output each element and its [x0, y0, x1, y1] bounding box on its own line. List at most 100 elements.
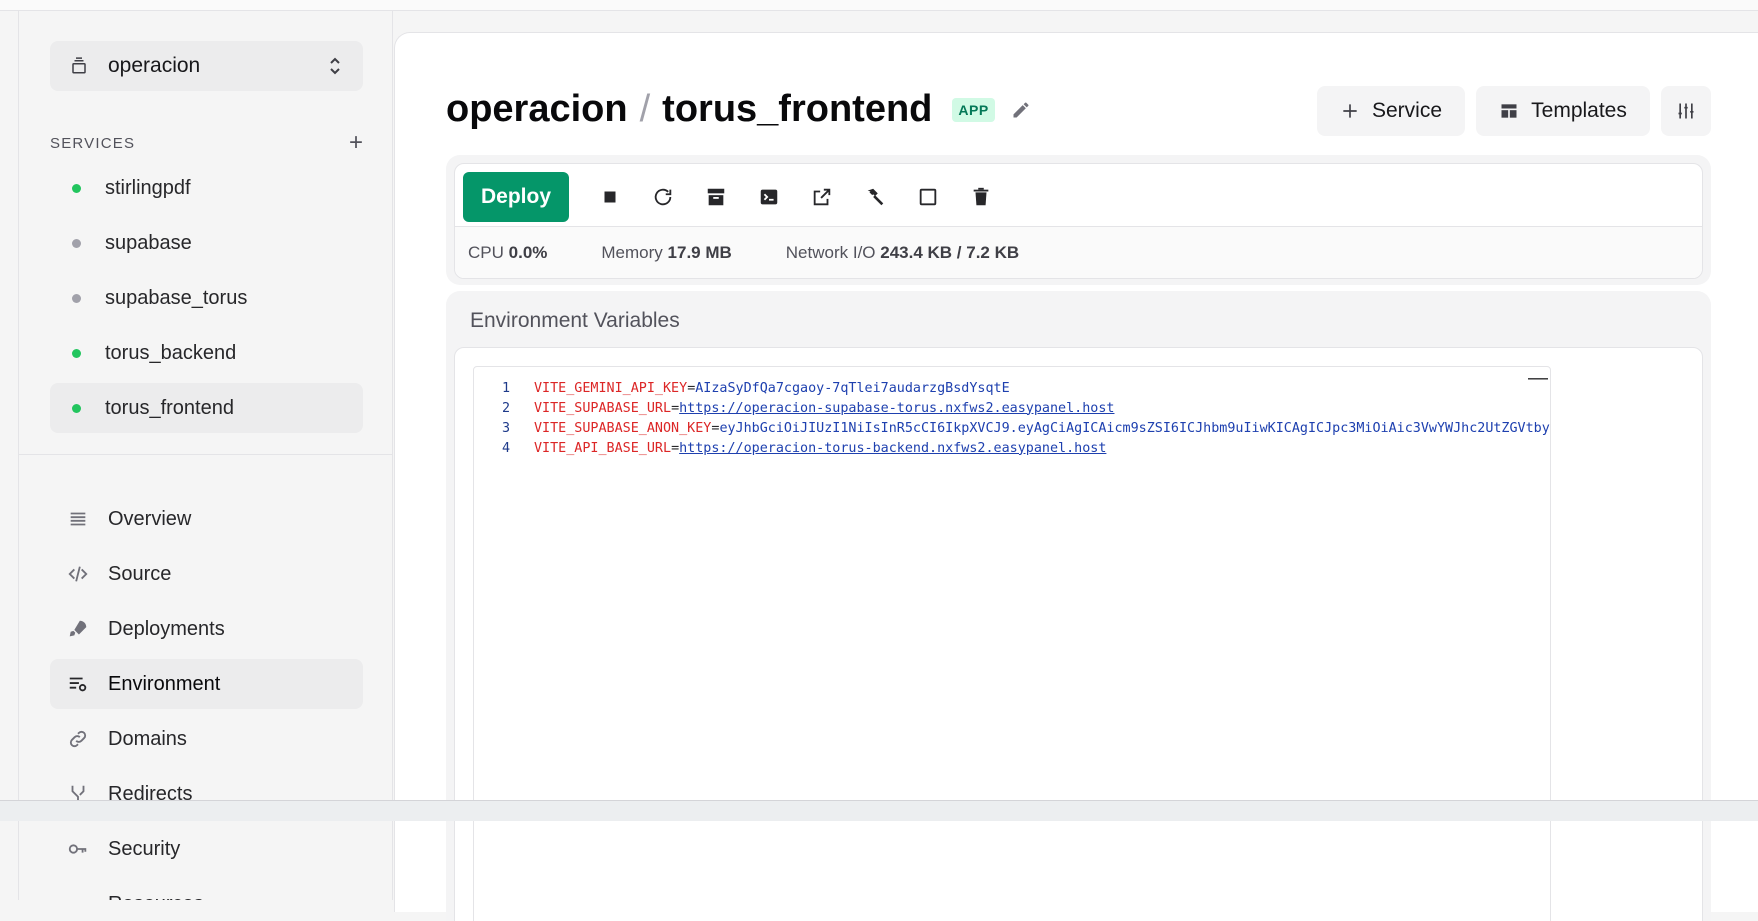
nav-item-environment[interactable]: Environment — [50, 659, 363, 709]
plus-icon — [1343, 104, 1357, 118]
service-item-label: torus_backend — [105, 341, 237, 364]
box-icon — [72, 57, 86, 74]
env-key: VITE_SUPABASE_ANON_KEY — [534, 420, 712, 436]
nav-item-source[interactable]: Source — [50, 549, 363, 599]
service-item-supabase[interactable]: supabase — [50, 218, 363, 268]
nav-item-label: Environment — [108, 672, 221, 695]
link-icon — [69, 730, 87, 748]
environment-title: Environment Variables — [470, 309, 680, 332]
line-number: 2 — [501, 400, 510, 416]
pencil-icon[interactable] — [1011, 100, 1031, 120]
nav-item-label: Deployments — [108, 617, 225, 640]
env-key: VITE_API_BASE_URL — [534, 440, 672, 456]
toggle-button[interactable] — [901, 172, 954, 222]
code-icon — [68, 566, 88, 582]
memory-value: 17.9 MB — [667, 242, 732, 262]
build-button[interactable] — [848, 172, 901, 222]
list-icon — [70, 512, 86, 526]
main-panel: operacion / torus_frontend APP Service T… — [394, 32, 1758, 921]
cpu-label: CPU — [468, 242, 504, 262]
stats-row: CPU 0.0% Memory 17.9 MB Network I/O 243.… — [455, 226, 1702, 278]
minus-icon[interactable]: — — [1528, 367, 1548, 390]
service-item-label: stirlingpdf — [105, 176, 191, 199]
template-icon — [1501, 104, 1517, 118]
add-service-icon[interactable]: + — [349, 131, 363, 155]
restart-button[interactable] — [636, 172, 689, 222]
project-selector[interactable]: operacion — [50, 41, 363, 91]
env-entry: VITE_API_BASE_URL=https://operacion-toru… — [534, 441, 1106, 456]
stop-button[interactable] — [583, 172, 636, 222]
code-line: 4 VITE_API_BASE_URL=https://operacion-tor… — [474, 438, 1106, 458]
terminal-icon — [760, 189, 777, 205]
service-nav: Overview Source Deployments Environment Doma… — [50, 494, 363, 900]
network-value: 243.4 KB / 7.2 KB — [880, 242, 1020, 262]
network-stat: Network I/O 243.4 KB / 7.2 KB — [786, 243, 1019, 263]
deploy-button[interactable]: Deploy — [463, 172, 569, 222]
memory-stat: Memory 17.9 MB — [601, 243, 731, 263]
env-value[interactable]: https://operacion-torus-backend.nxfws2.e… — [679, 441, 1106, 456]
title-service: torus_frontend — [662, 88, 933, 130]
service-button-label: Service — [1371, 99, 1443, 122]
nav-item-deployments[interactable]: Deployments — [50, 604, 363, 654]
sliders-icon — [1678, 103, 1694, 119]
templates-button[interactable]: Templates — [1476, 86, 1650, 136]
service-item-torus-backend[interactable]: torus_backend — [50, 328, 363, 378]
key-icon — [68, 844, 87, 854]
network-label: Network I/O — [785, 242, 876, 262]
project-name: operacion — [108, 54, 201, 77]
nav-item-resources[interactable]: Resources — [50, 879, 363, 901]
services-header: SERVICES + — [50, 131, 363, 155]
service-item-stirlingpdf[interactable]: stirlingpdf — [50, 163, 363, 213]
env-key: VITE_GEMINI_API_KEY — [534, 380, 688, 396]
templates-button-label: Templates — [1531, 99, 1627, 122]
nav-item-label: Overview — [108, 507, 192, 530]
page-title: operacion / torus_frontend APP — [446, 88, 1031, 131]
env-value: eyJhbGciOiJIUzI1NiIsInR5cCI6IkpXVCJ9.eyA… — [719, 420, 1551, 436]
service-item-label: torus_frontend — [105, 396, 234, 419]
nav-item-security[interactable]: Security — [50, 824, 363, 874]
nav-item-label: Domains — [108, 727, 187, 750]
services-list: stirlingpdf supabase supabase_torus torus_b… — [50, 163, 363, 438]
delete-button[interactable] — [954, 172, 1007, 222]
chevrons-up-down-icon — [330, 57, 340, 75]
code-line: 1 VITE_GEMINI_API_KEY=AIzaSyDfQa7cgaoy-7q… — [474, 378, 1010, 398]
title-project[interactable]: operacion — [446, 88, 628, 131]
status-dot — [72, 403, 81, 413]
title-separator: / — [639, 88, 651, 130]
console-button[interactable] — [742, 172, 795, 222]
open-app-button[interactable] — [795, 172, 848, 222]
env-value: AIzaSyDfQa7cgaoy-7qTlei7audarzgBsdYsqtE — [695, 380, 1010, 396]
action-row: Deploy — [463, 172, 1007, 222]
cpu-value: 0.0% — [508, 242, 548, 262]
stop-icon — [604, 191, 615, 203]
nav-item-label: Source — [108, 562, 172, 585]
sidebar: operacion SERVICES + stirlingpdf supabase… — [18, 11, 393, 900]
service-item-torus-frontend[interactable]: torus_frontend — [50, 383, 363, 433]
env-key: VITE_SUPABASE_URL — [534, 400, 672, 416]
env-editor[interactable]: — 1 VITE_GEMINI_API_KEY = AIzaSyDfQa7cgaoy-… — [473, 366, 1551, 921]
services-label: SERVICES — [50, 134, 136, 152]
browser-top-strip — [0, 0, 1758, 11]
line-number: 1 — [501, 380, 510, 396]
env-value[interactable]: https://operacion-supabase-torus.nxfws2.… — [679, 401, 1114, 416]
env-settings-icon — [69, 677, 87, 692]
settings-button[interactable] — [1661, 86, 1711, 136]
os-taskbar — [0, 800, 1758, 821]
status-dot — [72, 183, 81, 193]
toolbar-card: Deploy CPU 0.0% Memory 17.9 MB Network I… — [454, 163, 1703, 279]
status-dot — [72, 293, 81, 303]
cpu-stat: CPU 0.0% — [468, 243, 547, 263]
add-service-button[interactable]: Service — [1317, 86, 1465, 136]
code-line: 2 VITE_SUPABASE_URL=https://operacion-sup… — [474, 398, 1115, 418]
equals-sign: = — [671, 440, 680, 456]
status-dot — [72, 348, 81, 358]
line-number: 3 — [501, 420, 510, 436]
archive-button[interactable] — [689, 172, 742, 222]
environment-card: — 1 VITE_GEMINI_API_KEY = AIzaSyDfQa7cgaoy-… — [454, 347, 1703, 921]
nav-item-overview[interactable]: Overview — [50, 494, 363, 544]
environment-section: Environment Variables — 1 VITE_GEMINI_API… — [446, 291, 1711, 921]
hammer-icon — [867, 188, 883, 206]
nav-item-domains[interactable]: Domains — [50, 714, 363, 764]
service-item-supabase-torus[interactable]: supabase_torus — [50, 273, 363, 323]
service-toolbar: Deploy CPU 0.0% Memory 17.9 MB Network I… — [446, 155, 1711, 285]
